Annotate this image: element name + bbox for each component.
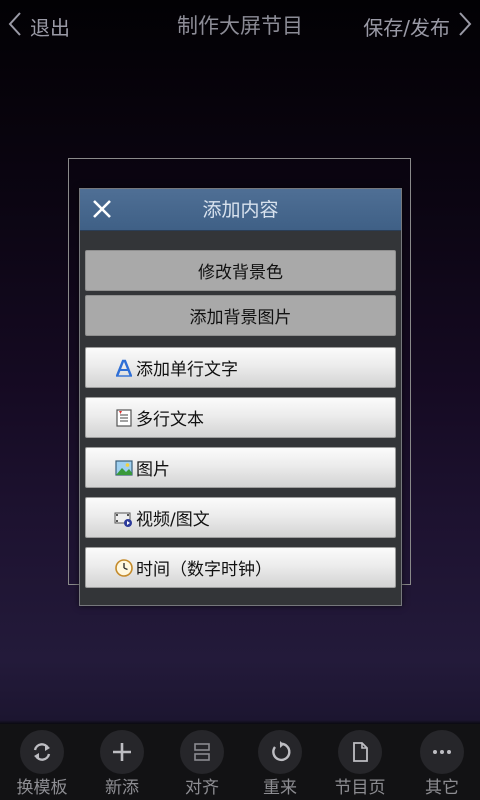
multi-line-text-button[interactable]: 多行文本 [85, 397, 396, 438]
text-a-icon [114, 358, 134, 378]
toolbar-label: 对齐 [185, 778, 219, 798]
video-graphic-button[interactable]: 视频/图文 [85, 497, 396, 538]
program-page-button[interactable]: 节目页 [320, 730, 400, 800]
refresh-icon [20, 730, 64, 774]
bottom-toolbar: 换模板 新添 对齐 重来 节目页 其它 [0, 724, 480, 800]
toolbar-label: 重来 [263, 778, 297, 798]
change-background-color-button[interactable]: 修改背景色 [85, 250, 396, 291]
add-content-dialog: 添加内容 修改背景色 添加背景图片 添加单行文字 多行文本 图片 视频/图文 时… [79, 188, 402, 606]
picture-button[interactable]: 图片 [85, 447, 396, 488]
toolbar-label: 节目页 [334, 778, 386, 798]
option-label: 修改背景色 [198, 263, 283, 283]
digital-clock-button[interactable]: 时间（数字时钟） [85, 547, 396, 588]
picture-icon [114, 458, 134, 478]
more-icon [420, 730, 464, 774]
option-label: 多行文本 [136, 410, 204, 430]
more-button[interactable]: 其它 [402, 730, 480, 800]
option-label: 图片 [136, 460, 170, 480]
video-icon [114, 508, 134, 528]
chevron-right-icon [458, 11, 472, 42]
option-label: 添加单行文字 [136, 360, 238, 380]
align-button[interactable]: 对齐 [162, 730, 242, 800]
align-icon [180, 730, 224, 774]
option-label: 添加背景图片 [189, 308, 292, 328]
add-single-line-text-button[interactable]: 添加单行文字 [85, 347, 396, 388]
save-publish-button[interactable]: 保存/发布 [363, 10, 472, 42]
dialog-header: 添加内容 [80, 189, 401, 231]
save-publish-label: 保存/发布 [363, 15, 450, 40]
toolbar-label: 换模板 [16, 778, 68, 798]
page-icon [338, 730, 382, 774]
option-label: 视频/图文 [136, 510, 210, 530]
option-label: 时间（数字时钟） [136, 560, 272, 580]
restart-button[interactable]: 重来 [240, 730, 320, 800]
undo-icon [258, 730, 302, 774]
change-template-button[interactable]: 换模板 [2, 730, 82, 800]
toolbar-label: 新添 [105, 778, 139, 798]
screen: 退出 制作大屏节目 保存/发布 添加内容 修改背景色 添加背景图片 添加单行文字… [0, 0, 480, 800]
add-background-image-button[interactable]: 添加背景图片 [85, 295, 396, 336]
plus-icon [100, 730, 144, 774]
document-icon [114, 408, 134, 428]
dialog-title: 添加内容 [202, 199, 279, 221]
close-icon[interactable] [90, 197, 114, 221]
toolbar-label: 其它 [425, 778, 459, 798]
clock-icon [114, 558, 134, 578]
top-bar: 退出 制作大屏节目 保存/发布 [0, 0, 480, 52]
add-new-button[interactable]: 新添 [82, 730, 162, 800]
